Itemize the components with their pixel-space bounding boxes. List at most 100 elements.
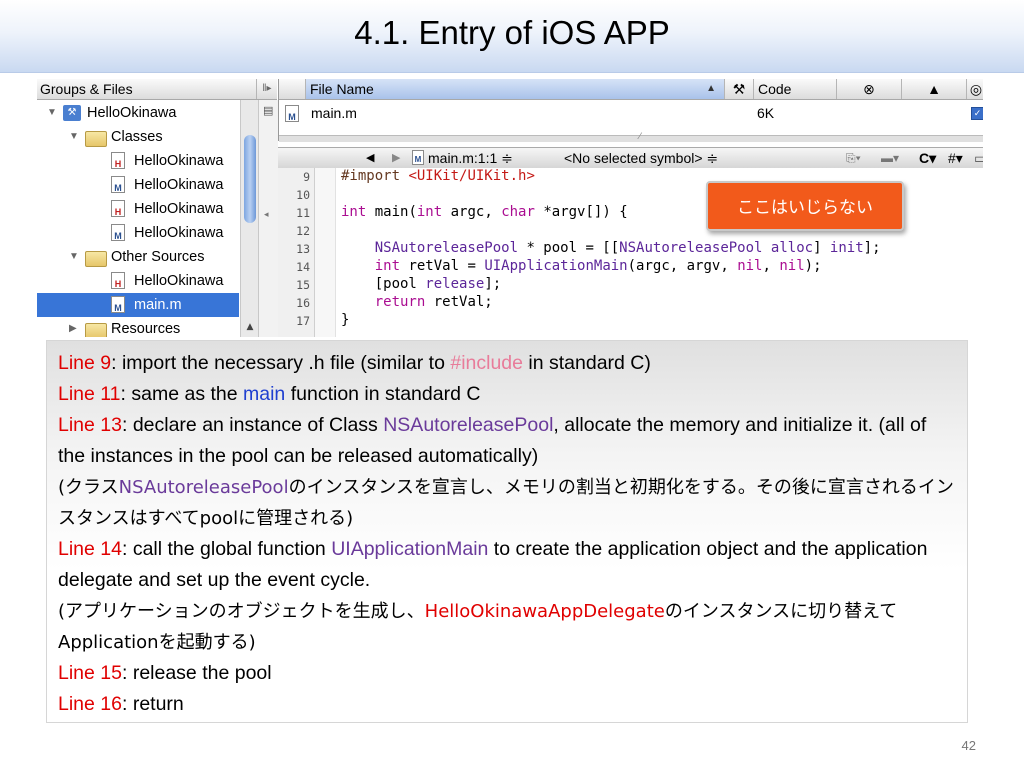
explanation-line-15: Line 15: release the pool <box>58 658 955 689</box>
scroll-up-arrow-icon[interactable]: ▲ <box>241 322 259 332</box>
split-editor-icon[interactable]: ▭ <box>974 148 983 168</box>
sidebar-scrollbar[interactable]: ▲ <box>240 100 259 337</box>
column-warnings[interactable]: ▲ <box>901 79 966 99</box>
line-11-text-b: function in standard C <box>285 383 481 405</box>
divider-grip-icon: ⁄ <box>639 132 641 142</box>
sidebar-detail-gutter: ▤ ◂ <box>258 100 278 337</box>
list-view-icon[interactable]: ▤ <box>263 104 273 117</box>
m-file-icon: M <box>111 176 125 193</box>
tree-item-main-m-selected[interactable]: M main.m <box>37 293 239 317</box>
explanation-box: Line 9: import the necessary .h file (si… <box>46 340 968 723</box>
column-file-name[interactable]: File Name ▲ <box>305 79 724 99</box>
tree-item-label: Resources <box>111 321 181 337</box>
folder-icon <box>85 323 107 337</box>
forward-arrow-icon[interactable]: ▶ <box>392 148 400 168</box>
line-13-text-a: : declare an instance of Class <box>121 414 384 436</box>
back-arrow-icon[interactable]: ◀ <box>366 148 374 168</box>
do-not-edit-callout: ここはいじらない <box>706 181 904 231</box>
line-9-text-b: in standard C) <box>522 352 651 374</box>
line-number: 11 <box>296 206 310 220</box>
bookmarks-icon[interactable]: ⎘▾ <box>846 148 861 168</box>
target-icon: ◎ <box>969 81 983 97</box>
sort-ascending-icon: ▲ <box>706 83 716 94</box>
code-folding-ribbon[interactable] <box>315 168 336 337</box>
error-icon: ⊗ <box>863 81 875 97</box>
sidebar-scroll-thumb[interactable] <box>244 135 256 223</box>
symbol-popup[interactable]: <No selected symbol> ≑ <box>564 148 718 168</box>
tree-item-project[interactable]: ▼ ⚒ HelloOkinawa <box>37 101 239 125</box>
file-list-row-name: main.m <box>311 105 357 121</box>
groups-and-files-label: Groups & Files <box>40 81 133 97</box>
disclosure-open-icon[interactable]: ▼ <box>47 101 57 125</box>
jp-1-keyword: NSAutoreleasePool <box>118 477 289 498</box>
code-line-15: [pool release]; <box>341 276 502 292</box>
line-number: 14 <box>296 260 310 274</box>
line-number: 15 <box>296 278 310 292</box>
tree-item-classes[interactable]: ▼ Classes <box>37 125 239 149</box>
line-15-label: Line 15 <box>58 662 122 684</box>
line-13-keyword: NSAutoreleasePool <box>383 414 554 436</box>
line-16-label: Line 16 <box>58 693 122 715</box>
tree-item-file[interactable]: H HelloOkinawa <box>37 269 239 293</box>
column-errors[interactable]: ⊗ <box>836 79 901 99</box>
column-target[interactable]: ◎ <box>966 79 983 99</box>
line-11-keyword: main <box>243 383 286 405</box>
groups-and-files-header[interactable]: Groups & Files ‖▸ <box>37 79 277 100</box>
column-code-label: Code <box>758 81 792 97</box>
split-view-divider[interactable]: ⁄ <box>279 132 983 142</box>
column-file-name-label: File Name <box>310 81 374 97</box>
m-file-icon: M <box>111 296 125 313</box>
folder-icon <box>85 251 107 267</box>
includes-menu-button[interactable]: #▾ <box>948 148 963 168</box>
breakpoints-icon[interactable]: ▬▾ <box>881 148 899 168</box>
file-list-row[interactable]: M main.m 6K ✓ <box>279 100 983 126</box>
line-number: 17 <box>296 314 310 328</box>
tree-item-file[interactable]: H HelloOkinawa <box>37 197 239 221</box>
class-menu-button[interactable]: C▾ <box>919 148 936 168</box>
line-14-label: Line 14 <box>58 538 122 560</box>
tree-item-file[interactable]: M HelloOkinawa <box>37 173 239 197</box>
editor-navigation-bar: ◀ ▶ M main.m:1:1 ≑ <No selected symbol> … <box>278 147 983 169</box>
file-location-popup[interactable]: main.m:1:1 ≑ <box>428 148 513 168</box>
explanation-line-11: Line 11: same as the main function in st… <box>58 379 955 410</box>
h-file-icon: H <box>111 272 125 289</box>
explanation-line-16: Line 16: return <box>58 689 955 720</box>
line-13-label: Line 13 <box>58 414 122 436</box>
column-build-status[interactable]: ⚒ <box>724 79 753 99</box>
disclosure-closed-icon[interactable]: ▶ <box>69 317 77 337</box>
code-line-9: #import <UIKit/UIKit.h> <box>341 168 535 184</box>
line-15-text: : release the pool <box>121 662 272 684</box>
code-line-17: } <box>341 312 350 328</box>
warning-icon: ▲ <box>927 81 941 97</box>
line-14-text-a: : call the global function <box>121 538 332 560</box>
tree-item-label: HelloOkinawa <box>134 273 224 289</box>
code-line-13: NSAutoreleasePool * pool = [[NSAutorelea… <box>374 240 881 256</box>
line-number: 13 <box>296 242 310 256</box>
tree-item-file[interactable]: M HelloOkinawa <box>37 221 239 245</box>
line-9-label: Line 9 <box>58 352 112 374</box>
includes-menu-label: # <box>948 150 956 166</box>
folder-icon <box>85 131 107 147</box>
explanation-japanese-1: (クラスNSAutoreleasePoolのインスタンスを宣言し、メモリの割当と… <box>58 472 955 534</box>
target-checkbox[interactable]: ✓ <box>971 107 983 120</box>
line-14-keyword: UIApplicationMain <box>331 538 489 560</box>
jp-2-keyword: HelloOkinawaAppDelegate <box>424 601 665 622</box>
tree-item-file[interactable]: H HelloOkinawa <box>37 149 239 173</box>
file-list-panel: File Name ▲ ⚒ Code ⊗ ▲ ◎ M main.m 6K ✓ ⁄ <box>278 79 983 142</box>
line-number: 12 <box>296 224 310 238</box>
resize-handle-icon[interactable]: ◂ <box>264 210 269 220</box>
line-number: 9 <box>303 170 310 184</box>
page-number: 42 <box>961 738 976 753</box>
m-file-icon: M <box>412 150 424 165</box>
tree-item-resources[interactable]: ▶ Resources <box>37 317 239 337</box>
disclosure-open-icon[interactable]: ▼ <box>69 245 79 269</box>
split-toggle-icon[interactable]: ‖▸ <box>256 79 277 99</box>
tree-item-label: Classes <box>111 129 163 145</box>
tree-item-other-sources[interactable]: ▼ Other Sources <box>37 245 239 269</box>
m-file-icon: M <box>285 105 299 122</box>
class-menu-label: C <box>919 150 930 166</box>
column-code[interactable]: Code <box>753 79 836 99</box>
explanation-japanese-2: (アプリケーションのオブジェクトを生成し、HelloOkinawaAppDele… <box>58 596 955 658</box>
tree-item-label: HelloOkinawa <box>134 177 224 193</box>
disclosure-open-icon[interactable]: ▼ <box>69 125 79 149</box>
